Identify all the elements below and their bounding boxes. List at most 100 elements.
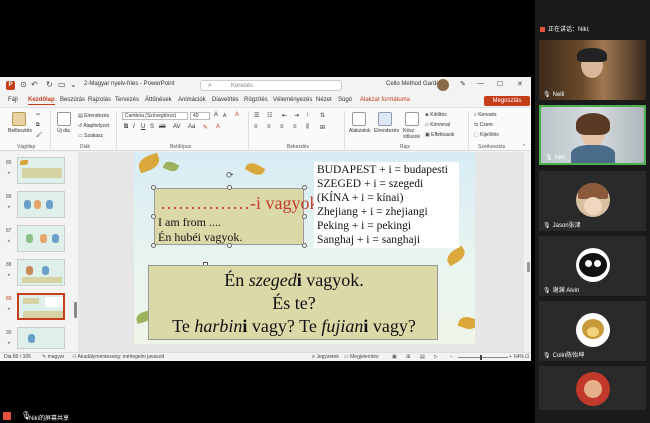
tab-transitions[interactable]: Áttűnések (145, 97, 172, 103)
vertical-scrollbar[interactable] (526, 152, 531, 352)
shapes-label[interactable]: Alakzatok (349, 128, 371, 134)
zoom-slider-knob[interactable] (480, 355, 482, 360)
fit-slide-icon[interactable]: ⊡ (525, 354, 529, 360)
paste-icon[interactable] (12, 112, 26, 126)
font-size-select[interactable]: 40 (190, 112, 210, 120)
line-spacing-icon[interactable]: ↕ (306, 112, 309, 118)
slide-thumbnail-selected[interactable] (17, 293, 65, 320)
paste-label[interactable]: Beillesztés (8, 128, 32, 134)
participant-tile[interactable]: 🎙 Colin陈怡坤 (539, 301, 646, 361)
scroll-thumb[interactable] (527, 262, 530, 272)
new-slide-label[interactable]: Új dia (57, 128, 70, 134)
tab-home[interactable]: Kezdőlap (28, 97, 55, 105)
spacing-button[interactable]: AV (173, 124, 181, 130)
tab-slideshow[interactable]: Diavetítés (212, 97, 239, 103)
arrange-icon[interactable] (378, 112, 392, 126)
slideshow-view-icon[interactable]: ▷ (434, 354, 438, 360)
maximize-button[interactable]: ☐ (497, 80, 503, 88)
pen-icon[interactable]: ✎ (460, 80, 466, 88)
find-button[interactable]: ⌕ Keresés (474, 112, 497, 118)
copy-icon[interactable]: ⧉ (36, 122, 40, 128)
tab-help[interactable]: Súgó (338, 97, 352, 103)
slide-thumbnail[interactable] (17, 191, 65, 218)
resize-handle[interactable] (151, 243, 156, 248)
minimize-button[interactable]: — (477, 80, 484, 87)
redo-icon[interactable]: ↻ (46, 80, 53, 89)
justify-icon[interactable]: ≡ (293, 124, 297, 130)
reading-view-icon[interactable]: ▤ (420, 354, 425, 360)
zoom-slider[interactable] (458, 357, 508, 358)
display-settings-button[interactable]: ▭ Megjelenítés (344, 354, 378, 360)
effects-button[interactable]: ▣ Effektusok (425, 132, 454, 138)
quick-styles-label[interactable]: Kész stílusok (403, 128, 423, 140)
smartart-icon[interactable]: ⊞ (320, 124, 325, 131)
quick-styles-icon[interactable] (405, 112, 419, 126)
undo-icon[interactable]: ↶ (31, 80, 38, 89)
accessibility-status[interactable]: ⚇ Akadálymentesség: mérlegelni javasolt (72, 354, 164, 360)
align-left-icon[interactable]: ≡ (254, 124, 258, 130)
layout-button[interactable]: ▤ Elrendezés (78, 113, 109, 119)
participant-tile[interactable]: 🎙 Nelli (539, 40, 646, 100)
zoom-level[interactable]: 64% (514, 354, 524, 360)
italic-button[interactable]: I (133, 124, 135, 130)
user-avatar[interactable] (437, 79, 449, 91)
tab-record[interactable]: Rögzítés (244, 97, 268, 103)
reset-button[interactable]: ↺ Alaphelyzet (78, 123, 109, 129)
tab-shape-format[interactable]: Alakzat formátuma (360, 97, 410, 103)
tab-draw[interactable]: Rajzolás (88, 97, 111, 103)
slide-thumbnail[interactable] (17, 259, 65, 286)
resize-handle[interactable] (151, 214, 156, 219)
example-textbox[interactable]: Én szegedi vagyok. És te? Te harbini vag… (148, 265, 438, 340)
share-button[interactable]: Megosztás (484, 96, 530, 106)
participant-tile[interactable]: 🎙 谢渊 Alvin (539, 236, 646, 296)
close-button[interactable]: ✕ (517, 80, 523, 88)
normal-view-icon[interactable]: ▣ (392, 354, 397, 360)
align-center-icon[interactable]: ≡ (267, 124, 271, 130)
shapes-icon[interactable] (352, 112, 366, 126)
text-direction-icon[interactable]: ⇅ (320, 112, 325, 119)
rotate-handle-icon[interactable]: ⟳ (226, 170, 234, 181)
resize-handle[interactable] (302, 185, 307, 190)
tab-animations[interactable]: Animációk (178, 97, 206, 103)
outline-button[interactable]: ▱ Körvonal (425, 122, 450, 128)
font-name-select[interactable]: Cambria (Szövegtörzs) (122, 112, 188, 120)
align-right-icon[interactable]: ≡ (280, 124, 284, 130)
bold-button[interactable]: B (124, 124, 128, 130)
select-button[interactable]: ⬚ Kijelölés (474, 132, 499, 138)
resize-handle[interactable] (151, 185, 156, 190)
tab-file[interactable]: Fájl (8, 97, 18, 103)
notes-button[interactable]: ≡ Jegyzetek (312, 354, 339, 360)
language-status[interactable]: ✎ magyar (42, 354, 64, 360)
user-name[interactable]: Cello Method Gardian (386, 81, 444, 87)
autosave-icon[interactable]: ⊙ (20, 80, 27, 89)
tab-insert[interactable]: Beszúrás (60, 97, 85, 103)
slide-sorter-icon[interactable]: ⊞ (406, 354, 410, 360)
section-button[interactable]: ▭ Szakasz (78, 133, 103, 139)
resize-handle[interactable] (302, 243, 307, 248)
new-slide-icon[interactable] (57, 112, 71, 126)
zoom-out-icon[interactable]: − (450, 354, 453, 360)
clear-format-icon[interactable]: A (235, 112, 239, 118)
fill-button[interactable]: ◈ Kitöltés (425, 112, 447, 118)
participant-tile[interactable] (539, 366, 646, 410)
suffix-rules-textbox[interactable]: BUDAPEST + i = budapesti SZEGED + i = sz… (314, 162, 459, 248)
shadow-button[interactable]: S (150, 124, 154, 130)
cut-icon[interactable]: ✂ (36, 112, 40, 118)
replace-button[interactable]: ⇆ Csere (474, 122, 493, 128)
slide-thumbnail[interactable] (17, 327, 65, 349)
shrink-font-icon[interactable]: A (223, 113, 226, 119)
format-painter-icon[interactable]: 🖌 (36, 132, 42, 138)
customize-qat-icon[interactable]: ⌄ (70, 80, 77, 89)
numbering-icon[interactable]: ☷ (267, 112, 272, 119)
present-icon[interactable]: ▭ (58, 80, 66, 89)
resize-handle[interactable] (302, 214, 307, 219)
zoom-in-icon[interactable]: + (509, 354, 512, 360)
underline-button[interactable]: U (141, 124, 145, 130)
slide-thumbnail[interactable] (17, 157, 65, 184)
tab-review[interactable]: Véleményezés (273, 97, 312, 103)
tab-design[interactable]: Tervezés (115, 97, 139, 103)
tab-view[interactable]: Nézet (316, 97, 332, 103)
grow-font-icon[interactable]: A (214, 112, 218, 118)
participant-tile-active[interactable]: 🎙 Niki (539, 105, 646, 165)
selected-textbox[interactable]: ……………-i vagyok. I am from .... Én hubéi … (154, 188, 323, 245)
